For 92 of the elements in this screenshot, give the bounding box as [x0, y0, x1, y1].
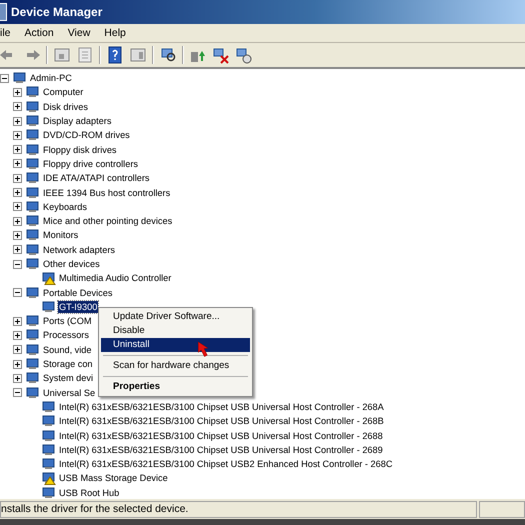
menu-item[interactable]: Scan for hardware changes — [101, 359, 250, 373]
device-icon — [26, 85, 40, 100]
device-icon — [26, 114, 40, 128]
device-icon — [26, 128, 40, 142]
device-icon — [26, 214, 40, 228]
collapse-icon[interactable] — [13, 288, 22, 298]
expand-icon[interactable] — [13, 202, 22, 212]
tree-item[interactable]: GT-I9300 — [58, 300, 98, 313]
window-pane-icon[interactable] — [53, 46, 71, 64]
expand-icon[interactable] — [13, 316, 22, 326]
window-pane-icon[interactable] — [129, 46, 147, 64]
menu-item[interactable]: Properties — [101, 380, 250, 394]
menu-item[interactable]: Update Driver Software... — [101, 310, 250, 324]
expand-icon[interactable] — [13, 88, 22, 97]
device-icon — [26, 200, 40, 214]
device-icon — [26, 242, 40, 257]
menu-item[interactable]: ile — [0, 27, 18, 39]
device-icon — [26, 142, 40, 157]
expand-icon[interactable] — [13, 230, 22, 240]
tree-item[interactable]: Ports (COM — [42, 315, 92, 328]
tree-item[interactable]: Mice and other pointing devices — [42, 215, 174, 228]
device-icon — [26, 328, 40, 342]
menu-item[interactable]: View — [60, 27, 98, 39]
expand-icon[interactable] — [13, 159, 22, 168]
expand-icon[interactable] — [13, 174, 22, 183]
menu-item[interactable]: Uninstall — [101, 338, 250, 352]
tree-item[interactable]: Disk drives — [42, 100, 89, 113]
expand-icon[interactable] — [13, 102, 22, 112]
expand-icon[interactable] — [13, 245, 22, 254]
expand-icon[interactable] — [13, 330, 22, 340]
tree-item[interactable]: Multimedia Audio Controller — [58, 272, 172, 284]
tree-item[interactable]: USB Root Hub — [58, 486, 120, 499]
collapse-icon[interactable] — [13, 388, 22, 398]
device-icon — [13, 71, 27, 86]
expand-icon[interactable] — [13, 360, 22, 369]
device-icon — [26, 386, 40, 400]
tree-item[interactable]: IEEE 1394 Bus host controllers — [42, 186, 172, 199]
tree-item[interactable]: Monitors — [42, 229, 80, 242]
tree-item[interactable]: Storage con — [42, 358, 94, 370]
device-icon — [26, 371, 40, 386]
device-icon — [26, 342, 40, 357]
status-text: nstalls the driver for the selected device. — [0, 500, 477, 518]
tree-item[interactable]: Computer — [42, 86, 84, 98]
app-icon — [0, 3, 7, 21]
tree-item[interactable]: Intel(R) 631xESB/6321ESB/3100 Chipset USB Universal Host Controller - 268A — [58, 400, 385, 413]
collapse-icon[interactable] — [0, 74, 9, 83]
help-icon[interactable] — [106, 46, 124, 64]
status-pane — [479, 500, 525, 518]
menu-item[interactable]: Help — [97, 27, 133, 39]
tree-item[interactable]: Intel(R) 631xESB/6321ESB/3100 Chipset USB2 Enhanced Host Controller - 268C — [58, 458, 394, 470]
tree-item[interactable]: Floppy disk drives — [42, 144, 118, 156]
device-icon — [26, 314, 40, 328]
device-icon — [26, 257, 40, 271]
device-icon — [26, 357, 40, 372]
tree-item[interactable]: Display adapters — [42, 115, 112, 128]
tree-item[interactable]: USB Mass Storage Device — [58, 472, 169, 484]
tree-item[interactable]: Admin-PC — [29, 72, 73, 84]
expand-icon[interactable] — [13, 374, 22, 383]
expand-icon[interactable] — [13, 216, 22, 226]
arrow-cursor-icon — [196, 341, 211, 358]
device-icon — [26, 100, 40, 114]
device-icon — [26, 156, 40, 171]
tree-item[interactable]: Sound, vide — [42, 344, 93, 356]
collapse-icon[interactable] — [13, 260, 22, 268]
tree-item[interactable]: IDE ATA/ATAPI controllers — [42, 172, 151, 184]
tree-item[interactable]: System devi — [42, 372, 94, 384]
expand-icon[interactable] — [13, 145, 22, 154]
window-title: Device Manager — [11, 5, 102, 19]
tree-item[interactable]: Intel(R) 631xESB/6321ESB/3100 Chipset USB Universal Host Controller - 2688 — [58, 430, 384, 442]
tree-item[interactable]: Processors — [42, 329, 90, 342]
device-icon — [26, 171, 40, 186]
tree-item[interactable]: Intel(R) 631xESB/6321ESB/3100 Chipset USB Universal Host Controller - 268B — [58, 415, 385, 428]
device-icon — [26, 186, 40, 200]
device-icon — [26, 286, 40, 300]
expand-icon[interactable] — [13, 130, 22, 140]
tree-item[interactable]: Network adapters — [42, 244, 116, 256]
uninstall-icon[interactable] — [212, 46, 230, 64]
tree-item[interactable]: DVD/CD-ROM drives — [42, 129, 131, 142]
tree-item[interactable]: Floppy drive controllers — [42, 158, 139, 170]
menu-item[interactable]: Disable — [101, 324, 250, 338]
tree-item[interactable]: Keyboards — [42, 200, 88, 213]
tree-item[interactable]: Other devices — [42, 258, 101, 270]
expand-icon[interactable] — [13, 345, 22, 354]
expand-icon[interactable] — [13, 116, 22, 126]
tree-item[interactable]: Intel(R) 631xESB/6321ESB/3100 Chipset USB Universal Host Controller - 2689 — [58, 444, 384, 456]
menu-item[interactable]: Action — [18, 27, 61, 39]
tree-item[interactable]: Portable Devices — [42, 286, 114, 299]
expand-icon[interactable] — [13, 188, 22, 198]
tree-item[interactable]: Universal Se — [42, 386, 96, 399]
device-icon — [26, 228, 40, 242]
enable-icon[interactable] — [235, 46, 253, 64]
scan-icon[interactable] — [159, 46, 177, 64]
